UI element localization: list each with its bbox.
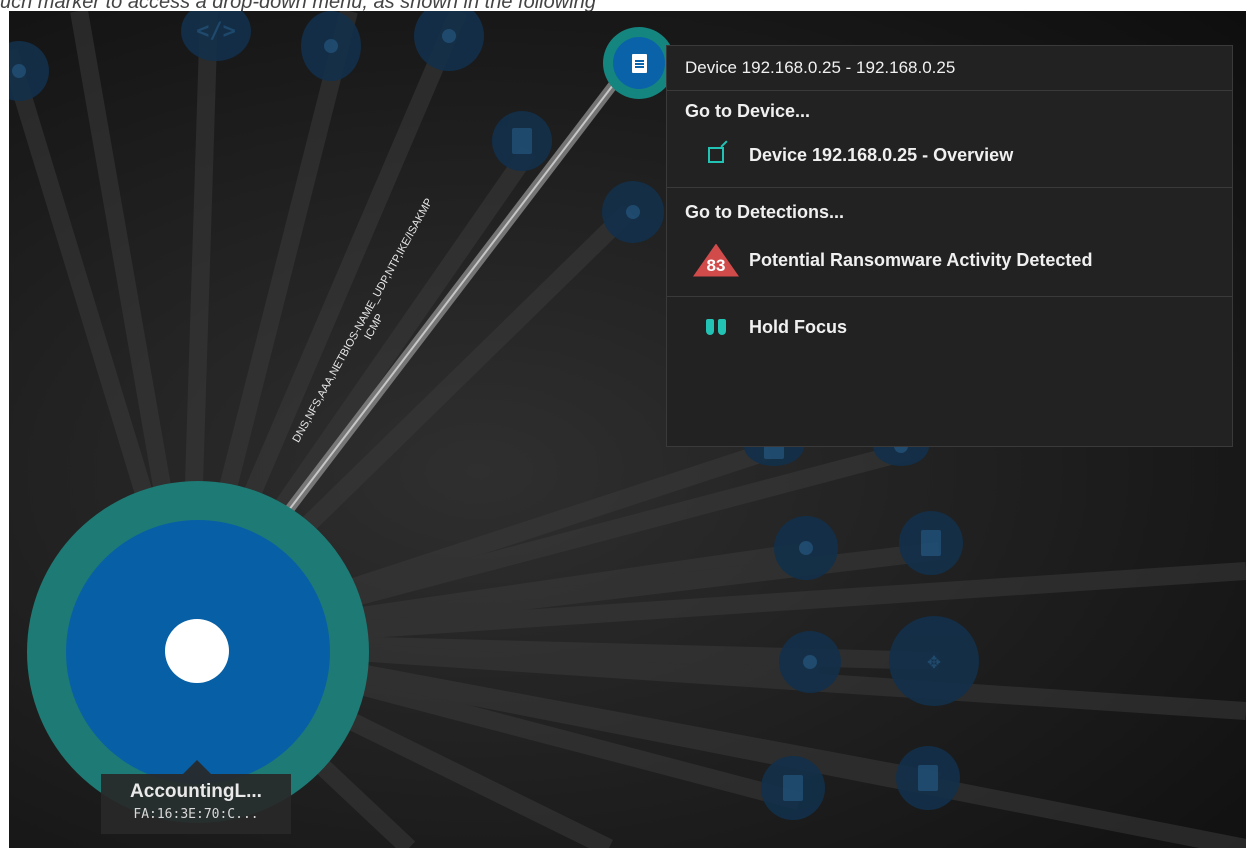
device-node[interactable] (301, 11, 361, 81)
risk-score: 83 (693, 243, 739, 277)
detection-link[interactable]: 83 Potential Ransomware Activity Detecte… (667, 232, 1232, 288)
detection-label: Potential Ransomware Activity Detected (749, 249, 1093, 270)
document-icon (631, 53, 647, 73)
device-node[interactable] (492, 111, 552, 171)
device-dot-icon (165, 619, 229, 683)
main-device-name: AccountingL... (130, 781, 262, 802)
device-node[interactable] (602, 181, 664, 243)
main-device-mac: FA:16:3E:70:C... (133, 807, 259, 822)
device-node[interactable] (899, 511, 963, 575)
device-node[interactable]: ✥ (889, 616, 979, 706)
document-icon (921, 530, 941, 556)
menu-section-detections: Go to Detections... (685, 202, 845, 222)
device-node[interactable] (779, 631, 841, 693)
hold-focus-button[interactable]: Hold Focus (667, 297, 1232, 357)
device-overview-link[interactable]: Device 192.168.0.25 - Overview (667, 131, 1232, 179)
device-node[interactable] (896, 746, 960, 810)
device-node[interactable] (774, 516, 838, 580)
code-icon: </> (196, 18, 236, 44)
device-context-menu: Device 192.168.0.25 - 192.168.0.25 Go to… (666, 45, 1233, 447)
focused-device-node[interactable] (603, 27, 675, 99)
device-overview-label: Device 192.168.0.25 - Overview (749, 144, 1014, 165)
document-icon (783, 775, 803, 801)
activity-map[interactable]: </> ✥ DNS,NFS,AAA,NETBIOS-NAME_UDP,NTP,I… (9, 11, 1246, 848)
detection-badge: 83 (687, 243, 745, 277)
binoculars-icon (687, 319, 745, 335)
menu-title: Device 192.168.0.25 - 192.168.0.25 (667, 46, 1232, 91)
menu-section-device: Go to Device... (685, 101, 811, 121)
hold-focus-label: Hold Focus (749, 316, 847, 337)
doc-caption: uch marker to access a drop-down menu, a… (0, 0, 596, 11)
main-device-label[interactable]: AccountingL... FA:16:3E:70:C... (101, 760, 291, 834)
device-node[interactable] (761, 756, 825, 820)
document-icon (512, 128, 532, 154)
document-icon (918, 765, 938, 791)
gateway-icon: ✥ (927, 648, 941, 674)
external-link-icon (687, 147, 745, 163)
